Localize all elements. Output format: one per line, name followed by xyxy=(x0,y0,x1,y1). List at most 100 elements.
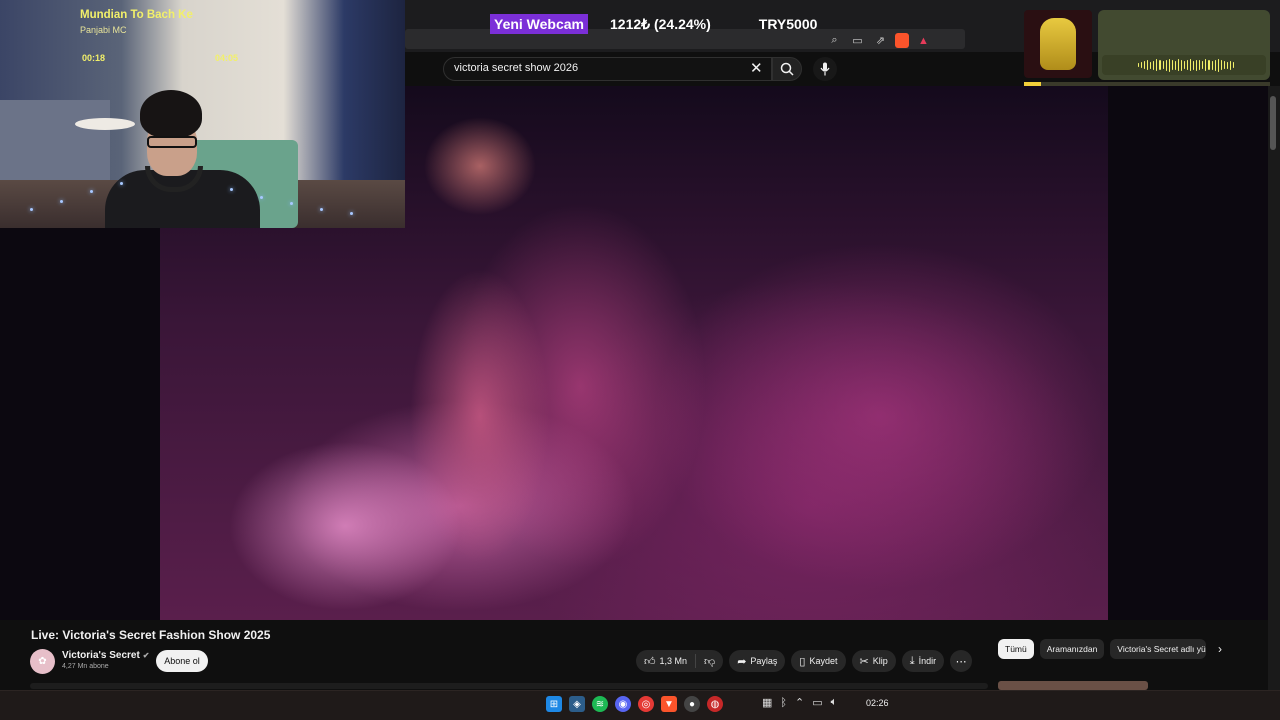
video-title: Live: Victoria's Secret Fashion Show 202… xyxy=(31,628,271,642)
track-elapsed: 00:18 xyxy=(82,53,106,63)
chip-all[interactable]: Tümü xyxy=(998,639,1034,659)
description-preview[interactable] xyxy=(30,683,988,689)
waveform-bar xyxy=(1187,60,1189,70)
waveform-bar xyxy=(1147,60,1149,70)
donation-target: TRY5000 xyxy=(758,16,818,32)
channel-avatar[interactable]: ✿ xyxy=(30,649,55,674)
waveform-bar xyxy=(1226,61,1228,69)
waveform-bar xyxy=(1153,60,1155,70)
clock[interactable]: 02:26 xyxy=(866,698,889,708)
clip-button[interactable]: ✂ Klip xyxy=(851,650,896,672)
waveform-bar xyxy=(1214,59,1216,71)
like-button[interactable]: 👍︎ 1,3 Mn xyxy=(636,650,695,672)
scissors-icon: ✂ xyxy=(859,655,869,668)
chrome-icon[interactable]: ◎ xyxy=(638,696,654,712)
webcam-badge: Yeni Webcam xyxy=(490,14,589,34)
system-tray: ▦ ᛒ ⌃ ▭ 🔈︎ xyxy=(762,696,837,709)
waveform-bar xyxy=(1174,60,1176,70)
thumbs-up-icon: 👍︎ xyxy=(644,655,656,668)
waveform-bar xyxy=(1199,60,1201,70)
streamer-webcam xyxy=(0,0,405,228)
clear-search-icon[interactable]: ✕ xyxy=(750,59,763,77)
share-arrow-icon: ➦ xyxy=(737,655,747,668)
waveform-bar xyxy=(1171,60,1173,70)
waveform-bar xyxy=(1177,59,1179,71)
streaming-app-icon[interactable]: ◍ xyxy=(707,696,723,712)
waveform-bar xyxy=(1138,63,1140,67)
waveform-bar xyxy=(1196,59,1198,71)
waveform-bar xyxy=(1168,58,1170,72)
bluetooth-icon[interactable]: ᛒ xyxy=(780,697,787,709)
screen: Yeni Webcam 1212₺ (24.24%) TRY5000 ⌕ ▭ ⇗… xyxy=(0,0,1280,720)
taskbar-apps: ⊞ ◈ ≋ ◉ ◎ ▼ ● ◍ xyxy=(546,696,723,712)
network-icon[interactable]: ▭ xyxy=(812,696,822,709)
more-actions-button[interactable]: ⋯ xyxy=(950,650,973,672)
browser-extension-icons: ⌕ ▭ ⇗ ▲ xyxy=(826,32,932,49)
album-art xyxy=(1024,10,1092,78)
stream-overlay-stats: Yeni Webcam 1212₺ (24.24%) TRY5000 xyxy=(490,14,817,34)
voice-search-button[interactable] xyxy=(813,57,837,81)
chip-from-search[interactable]: Aramanızdan xyxy=(1039,639,1105,659)
zoom-icon[interactable]: ⌕ xyxy=(826,32,843,49)
verified-icon: ✔ xyxy=(142,651,150,660)
video-actions: 👍︎ 1,3 Mn 👎︎ ➦ Paylaş ▯ Kaydet ✂ Klip ⤓ … xyxy=(636,650,973,672)
save-button[interactable]: ▯ Kaydet xyxy=(791,650,846,672)
waveform-bar xyxy=(1193,60,1195,70)
waveform-bar xyxy=(1159,60,1161,70)
brave-rewards-icon[interactable]: ▲ xyxy=(915,32,932,49)
brave-shield-icon[interactable] xyxy=(895,33,909,48)
download-label: İndir xyxy=(918,656,937,666)
track-duration: 04:05 xyxy=(215,53,239,63)
waveform-bar xyxy=(1220,60,1222,70)
waveform-bar xyxy=(1165,59,1167,71)
track-progress-fill xyxy=(1024,82,1042,86)
cast-icon[interactable]: ▭ xyxy=(849,32,866,49)
channel-name[interactable]: Victoria's Secret xyxy=(62,650,140,661)
save-label: Kaydet xyxy=(809,656,838,666)
recommended-thumbnail[interactable] xyxy=(998,681,1148,690)
track-artist: Panjabi MC xyxy=(80,25,127,35)
waveform-bar xyxy=(1208,60,1210,70)
dislike-button[interactable]: 👎︎ xyxy=(696,650,723,672)
spotify-icon[interactable]: ≋ xyxy=(592,696,608,712)
search-button[interactable] xyxy=(772,57,802,81)
share-button[interactable]: ➦ Paylaş xyxy=(729,650,786,672)
scrollbar-thumb[interactable] xyxy=(1270,96,1276,150)
webcam-led-lights xyxy=(20,178,380,218)
waveform-bar xyxy=(1211,60,1213,70)
microphone-icon xyxy=(820,62,830,76)
share-icon[interactable]: ⇗ xyxy=(872,32,889,49)
waveform-bar xyxy=(1223,61,1225,69)
waveform-bar xyxy=(1202,61,1204,69)
waveform-bar xyxy=(1217,58,1219,72)
clip-label: Klip xyxy=(872,656,888,666)
share-label: Paylaş xyxy=(750,656,778,666)
channel-name-row[interactable]: Victoria's Secret ✔ xyxy=(62,650,150,661)
chevron-right-icon[interactable]: › xyxy=(1218,642,1222,656)
waveform-bar xyxy=(1232,62,1234,68)
bookmark-icon: ▯ xyxy=(799,655,806,668)
volume-icon[interactable]: 🔈︎ xyxy=(831,696,838,709)
subscribe-button[interactable]: Abone ol xyxy=(156,650,208,672)
like-count: 1,3 Mn xyxy=(659,656,688,666)
page-scrollbar[interactable] xyxy=(1268,86,1280,690)
waveform-bar xyxy=(1180,59,1182,71)
search-query: victoria secret show 2026 xyxy=(454,62,579,74)
download-icon: ⤓ xyxy=(909,654,915,667)
waveform-bar xyxy=(1205,59,1207,71)
windows-start-icon[interactable]: ⊞ xyxy=(546,696,562,712)
subscriber-count: 4,27 Mn abone xyxy=(62,663,109,670)
chip-channel[interactable]: Victoria's Secret adlı yük xyxy=(1110,639,1207,659)
github-icon[interactable]: ● xyxy=(684,696,700,712)
ellipsis-icon: ⋯ xyxy=(955,655,967,668)
donation-stat: 1212₺ (24.24%) xyxy=(610,15,711,32)
chevron-up-icon[interactable]: ⌃ xyxy=(795,696,804,709)
widgets-icon[interactable]: ▦ xyxy=(762,696,772,709)
discord-icon[interactable]: ◉ xyxy=(615,696,631,712)
waveform-bar xyxy=(1183,61,1185,69)
like-dislike-group: 👍︎ 1,3 Mn 👎︎ xyxy=(636,650,724,672)
download-button[interactable]: ⤓ İndir xyxy=(901,650,945,672)
track-title: Mundian To Bach Ke xyxy=(80,9,193,21)
brave-icon[interactable]: ▼ xyxy=(661,696,677,712)
app-icon[interactable]: ◈ xyxy=(569,696,585,712)
